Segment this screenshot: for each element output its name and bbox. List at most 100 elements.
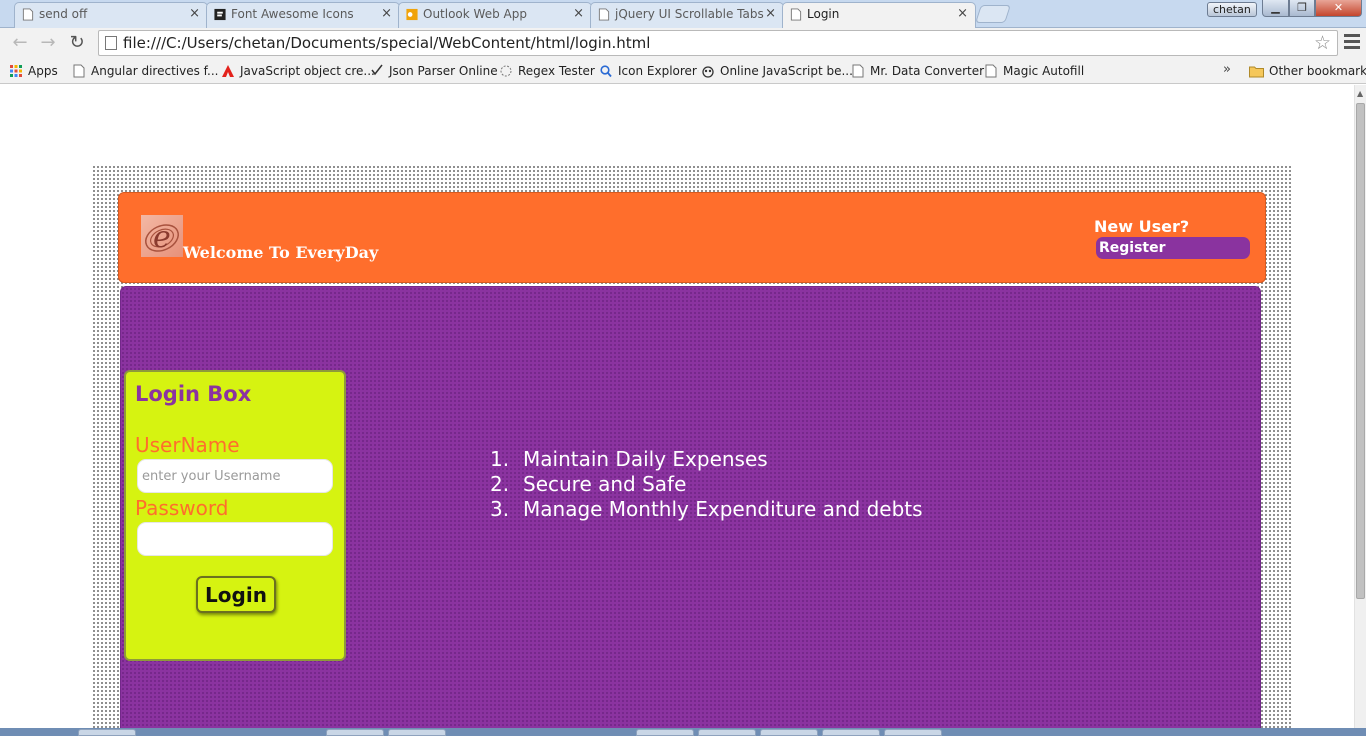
new-user-label: New User? bbox=[1094, 217, 1190, 236]
tab-title: jQuery UI Scrollable Tabs bbox=[615, 7, 764, 21]
reload-icon[interactable]: ↻ bbox=[66, 32, 88, 54]
list-number: 3. bbox=[490, 497, 510, 521]
minimize-button[interactable]: ▁ bbox=[1262, 0, 1289, 17]
os-taskbar bbox=[0, 728, 1366, 736]
list-item: 2. Secure and Safe bbox=[490, 472, 923, 497]
bookmark-label: Mr. Data Converter bbox=[870, 64, 985, 78]
bookmark-label: Other bookmarks bbox=[1269, 64, 1366, 78]
bookmark-label: Online JavaScript be... bbox=[720, 64, 853, 78]
regex-icon bbox=[500, 65, 512, 77]
bookmark-label: Icon Explorer bbox=[618, 64, 697, 78]
other-bookmarks-folder[interactable]: Other bookmarks bbox=[1249, 63, 1366, 79]
tab-title: Font Awesome Icons bbox=[231, 7, 354, 21]
login-box: Login Box UserName Password Login bbox=[124, 370, 346, 661]
list-item: 1. Maintain Daily Expenses bbox=[490, 447, 923, 472]
address-bar[interactable]: ☆ bbox=[98, 30, 1338, 56]
password-input[interactable] bbox=[137, 522, 333, 556]
register-button[interactable]: Register bbox=[1096, 237, 1250, 259]
tab-send-off[interactable]: send off × bbox=[14, 2, 208, 28]
browser-toolbar: ← → ↻ ☆ bbox=[0, 28, 1366, 58]
adobe-icon bbox=[222, 65, 234, 77]
page-icon bbox=[985, 64, 997, 78]
folder-icon bbox=[1249, 66, 1264, 78]
taskbar-button[interactable] bbox=[760, 729, 818, 736]
login-box-title: Login Box bbox=[135, 382, 252, 406]
back-arrow-icon[interactable]: ← bbox=[9, 32, 31, 54]
taskbar-button[interactable] bbox=[636, 729, 694, 736]
list-text: Maintain Daily Expenses bbox=[523, 447, 768, 471]
bookmark-mr-data-converter[interactable]: Mr. Data Converter bbox=[852, 63, 984, 79]
json-icon bbox=[371, 64, 383, 76]
svg-text:e: e bbox=[153, 220, 171, 255]
list-item: 3. Manage Monthly Expenditure and debts bbox=[490, 497, 923, 522]
taskbar-button[interactable] bbox=[698, 729, 756, 736]
close-icon[interactable]: × bbox=[381, 3, 392, 25]
page-icon bbox=[105, 36, 117, 50]
tab-login[interactable]: Login × bbox=[782, 2, 976, 29]
taskbar-button[interactable] bbox=[822, 729, 880, 736]
tab-title: Outlook Web App bbox=[423, 7, 527, 21]
bookmark-label: JavaScript object cre... bbox=[240, 64, 375, 78]
feature-list: 1. Maintain Daily Expenses 2. Secure and S… bbox=[490, 447, 923, 522]
bookmark-regex-tester[interactable]: Regex Tester bbox=[500, 63, 595, 79]
bookmarks-overflow-chevron-icon[interactable]: » bbox=[1223, 62, 1231, 77]
close-icon[interactable]: × bbox=[189, 3, 200, 25]
bookmarks-bar: Apps Angular directives f... JavaScript … bbox=[0, 58, 1366, 84]
close-icon[interactable]: × bbox=[957, 3, 968, 25]
taskbar-button[interactable] bbox=[884, 729, 942, 736]
window-close-button[interactable]: ✕ bbox=[1315, 0, 1362, 17]
apps-grid-icon bbox=[10, 65, 22, 77]
bookmark-angular-directives[interactable]: Angular directives f... bbox=[73, 63, 218, 79]
page-viewport: e Welcome To EveryDay New User? Register… bbox=[0, 85, 1354, 736]
bookmark-online-javascript-beautifier[interactable]: Online JavaScript be... bbox=[702, 63, 853, 79]
tab-title: send off bbox=[39, 7, 88, 21]
password-label: Password bbox=[135, 496, 229, 520]
url-input[interactable] bbox=[123, 33, 1303, 53]
vertical-scrollbar[interactable]: ▲ bbox=[1354, 85, 1366, 736]
bookmark-javascript-object[interactable]: JavaScript object cre... bbox=[222, 63, 375, 79]
tab-font-awesome-icons[interactable]: Font Awesome Icons × bbox=[206, 2, 400, 28]
logo-e-icon: e bbox=[145, 220, 179, 255]
welcome-title: Welcome To EveryDay bbox=[183, 243, 379, 262]
browser-tab-strip: send off × Font Awesome Icons × Outlook … bbox=[0, 0, 1366, 29]
bookmark-star-icon[interactable]: ☆ bbox=[1314, 31, 1331, 55]
forward-arrow-icon[interactable]: → bbox=[37, 32, 59, 54]
maximize-button[interactable]: ❐ bbox=[1289, 0, 1315, 17]
hamburger-menu-icon[interactable] bbox=[1344, 34, 1360, 52]
profile-user-badge[interactable]: chetan bbox=[1207, 2, 1257, 17]
magnifier-icon bbox=[600, 65, 612, 78]
tab-title: Login bbox=[807, 7, 840, 21]
username-label: UserName bbox=[135, 433, 240, 457]
username-input[interactable] bbox=[137, 459, 333, 493]
everyday-logo: e bbox=[141, 215, 183, 257]
bookmark-apps[interactable]: Apps bbox=[10, 63, 58, 79]
list-text: Manage Monthly Expenditure and debts bbox=[523, 497, 923, 521]
tab-jquery-ui-scrollable-tabs[interactable]: jQuery UI Scrollable Tabs × bbox=[590, 2, 784, 28]
taskbar-button[interactable] bbox=[326, 729, 384, 736]
list-text: Secure and Safe bbox=[523, 472, 687, 496]
new-tab-button[interactable] bbox=[975, 5, 1011, 23]
tab-outlook-web-app[interactable]: Outlook Web App × bbox=[398, 2, 592, 28]
owl-icon bbox=[702, 66, 714, 78]
page-icon bbox=[790, 8, 802, 21]
scrollbar-thumb[interactable] bbox=[1356, 103, 1365, 599]
list-number: 2. bbox=[490, 472, 510, 496]
page-icon bbox=[73, 64, 85, 78]
site-header: e Welcome To EveryDay New User? Register bbox=[118, 192, 1266, 283]
outlook-icon bbox=[406, 8, 418, 21]
login-button[interactable]: Login bbox=[196, 576, 276, 613]
bookmark-json-parser-online[interactable]: Json Parser Online bbox=[371, 63, 498, 79]
list-number: 1. bbox=[490, 447, 510, 471]
bookmark-label: Regex Tester bbox=[518, 64, 595, 78]
bookmark-icon-explorer[interactable]: Icon Explorer bbox=[600, 63, 697, 79]
bookmark-magic-autofill[interactable]: Magic Autofill bbox=[985, 63, 1084, 79]
close-icon[interactable]: × bbox=[765, 3, 776, 25]
page-icon bbox=[852, 64, 864, 78]
taskbar-button[interactable] bbox=[388, 729, 446, 736]
scroll-up-arrow-icon[interactable]: ▲ bbox=[1357, 89, 1363, 98]
page-icon bbox=[22, 8, 34, 21]
bookmark-label: Magic Autofill bbox=[1003, 64, 1085, 78]
taskbar-button[interactable] bbox=[78, 729, 136, 736]
bookmark-label: Apps bbox=[28, 64, 58, 78]
close-icon[interactable]: × bbox=[573, 3, 584, 25]
